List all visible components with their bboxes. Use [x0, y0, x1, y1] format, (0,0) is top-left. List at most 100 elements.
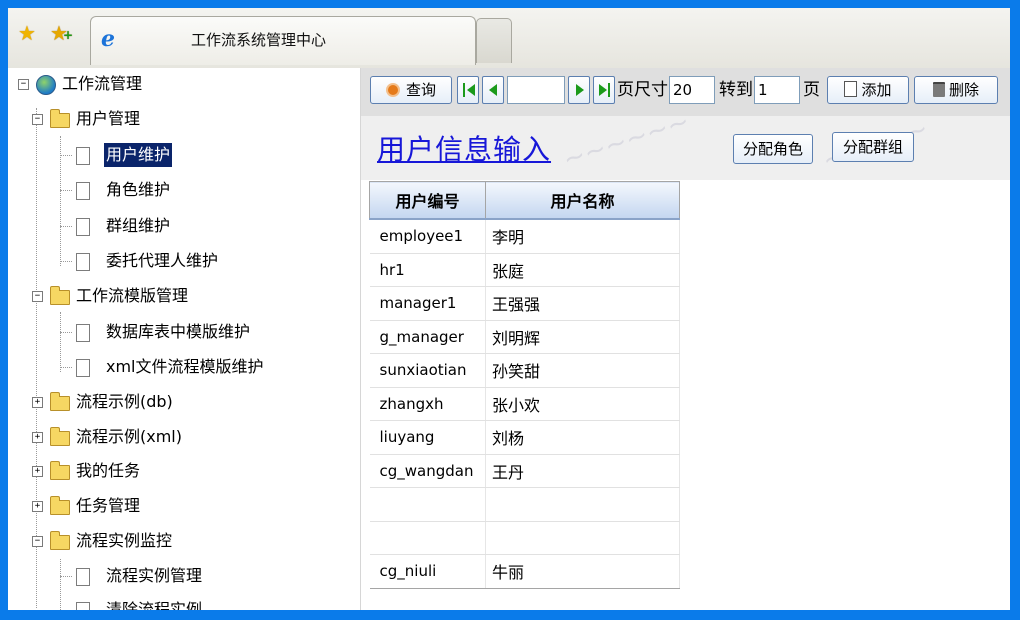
nav-tree: − 工作流管理 − 用户管理 用户维护 角色维护 群组维护 委托代理人维护 − … — [8, 68, 361, 610]
tree-item-example-db[interactable]: + 流程示例(db) — [32, 390, 332, 414]
table-row[interactable] — [369, 487, 680, 522]
table-row[interactable]: cg_wangdan 王丹 — [369, 454, 680, 488]
first-page-icon — [463, 83, 465, 97]
folder-open-icon — [50, 286, 70, 305]
delete-button[interactable]: 删除 — [914, 76, 998, 104]
last-page-icon — [608, 83, 610, 97]
table-row[interactable] — [369, 521, 680, 555]
table-row[interactable]: liuyang 刘杨 — [369, 420, 680, 455]
tree-label: 用户管理 — [76, 109, 141, 128]
expand-icon[interactable]: + — [32, 432, 43, 443]
tree-item-group-maint[interactable]: 群组维护 — [60, 214, 320, 238]
ie-icon: e — [101, 26, 115, 52]
page-size-label: 页尺寸 — [617, 80, 668, 100]
last-page-icon — [599, 84, 607, 96]
tree-item-template-mgmt[interactable]: − 工作流模版管理 — [32, 284, 332, 308]
next-page-button[interactable] — [568, 76, 590, 104]
first-page-icon — [467, 84, 475, 96]
file-icon — [76, 568, 90, 586]
tab-title: 工作流系统管理中心 — [191, 31, 327, 49]
user-id-cell: g_manager — [369, 320, 486, 354]
tree-label: 用户维护 — [104, 143, 173, 167]
assign-group-button[interactable]: 分配群组 — [832, 132, 914, 162]
table-row[interactable]: cg_niuli 牛丽 — [369, 554, 680, 589]
column-header-user-name[interactable]: 用户名称 — [485, 181, 680, 220]
tree-item-user-maint[interactable]: 用户维护 — [60, 143, 320, 167]
add-button[interactable]: 添加 — [827, 76, 909, 104]
tree-item-delegate-maint[interactable]: 委托代理人维护 — [60, 249, 340, 273]
next-page-icon — [576, 84, 584, 96]
first-page-button[interactable] — [457, 76, 479, 104]
tree-item-task-mgmt[interactable]: + 任务管理 — [32, 494, 332, 518]
browser-tab[interactable]: e 工作流系统管理中心 — [90, 16, 476, 65]
tree-item-my-tasks[interactable]: + 我的任务 — [32, 459, 332, 483]
expand-icon[interactable]: + — [32, 397, 43, 408]
user-id-cell: sunxiaotian — [369, 353, 486, 388]
star-icon[interactable]: ★ — [16, 22, 38, 44]
tree-item-instance-mgmt[interactable]: 流程实例管理 — [60, 564, 340, 588]
tree-label: 数据库表中模版维护 — [106, 322, 251, 341]
query-button[interactable]: 查询 — [370, 76, 452, 104]
tree-root-label: 工作流管理 — [62, 74, 143, 93]
last-page-button[interactable] — [593, 76, 615, 104]
tree-item-instance-monitor[interactable]: − 流程实例监控 — [32, 529, 332, 553]
table-row[interactable]: sunxiaotian 孙笑甜 — [369, 353, 680, 388]
table-row[interactable]: hr1 张庭 — [369, 253, 680, 287]
column-header-user-id[interactable]: 用户编号 — [369, 181, 486, 220]
tree-label: 流程实例管理 — [106, 566, 203, 585]
file-icon — [76, 218, 90, 236]
assign-role-button[interactable]: 分配角色 — [733, 134, 813, 164]
tree-root[interactable]: − 工作流管理 — [14, 72, 314, 96]
user-id-cell: employee1 — [369, 219, 486, 254]
expand-icon[interactable]: + — [32, 466, 43, 477]
user-id-cell: hr1 — [369, 253, 486, 287]
tree-item-xml-template[interactable]: xml文件流程模版维护 — [60, 355, 355, 379]
tree-item-user-mgmt[interactable]: − 用户管理 — [32, 107, 332, 131]
tree-line — [60, 190, 72, 191]
user-name-cell — [485, 521, 680, 555]
tree-label: 角色维护 — [106, 180, 171, 199]
tree-item-instance-clear[interactable]: 清除流程实例 — [60, 598, 340, 610]
prev-page-icon — [489, 84, 497, 96]
user-name-cell: 张庭 — [485, 253, 680, 287]
table-row[interactable]: employee1 李明 — [369, 219, 680, 254]
table-row[interactable]: g_manager 刘明辉 — [369, 320, 680, 354]
query-label: 查询 — [405, 81, 436, 99]
collapse-icon[interactable]: − — [32, 114, 43, 125]
delete-label: 删除 — [948, 81, 979, 99]
user-name-cell: 王强强 — [485, 286, 680, 321]
watermark: ~~~~~~ — [559, 106, 694, 176]
collapse-icon[interactable]: − — [32, 291, 43, 302]
form-title[interactable]: 用户信息输入 — [377, 128, 551, 168]
user-id-cell: zhangxh — [369, 387, 486, 421]
user-id-cell: liuyang — [369, 420, 486, 455]
table-row[interactable]: manager1 王强强 — [369, 286, 680, 321]
page-number-input[interactable] — [507, 76, 565, 104]
search-icon — [385, 83, 400, 97]
page-size-input[interactable] — [669, 76, 715, 104]
tree-item-db-template[interactable]: 数据库表中模版维护 — [60, 320, 350, 344]
tree-line — [60, 155, 72, 156]
collapse-icon[interactable]: − — [32, 536, 43, 547]
user-id-cell: manager1 — [369, 286, 486, 321]
table-row[interactable]: zhangxh 张小欢 — [369, 387, 680, 421]
tree-item-example-xml[interactable]: + 流程示例(xml) — [32, 425, 332, 449]
page-suffix-label: 页 — [803, 80, 820, 100]
user-id-cell — [369, 487, 486, 522]
folder-icon — [50, 461, 70, 480]
tree-label: 群组维护 — [106, 216, 171, 235]
user-id-cell: cg_wangdan — [369, 454, 486, 488]
collapse-icon[interactable]: − — [18, 79, 29, 90]
tree-label: 任务管理 — [76, 496, 141, 515]
goto-page-input[interactable] — [754, 76, 800, 104]
prev-page-button[interactable] — [482, 76, 504, 104]
add-favorite-icon[interactable]: ★ + — [48, 22, 73, 44]
tree-label: 清除流程实例 — [106, 600, 203, 610]
tree-label: xml文件流程模版维护 — [106, 357, 264, 376]
tree-item-role-maint[interactable]: 角色维护 — [60, 178, 320, 202]
tree-label: 流程示例(xml) — [76, 427, 182, 446]
new-tab-button[interactable] — [476, 18, 512, 63]
user-name-cell: 李明 — [485, 219, 680, 254]
table-header-row: 用户编号 用户名称 — [369, 181, 680, 220]
expand-icon[interactable]: + — [32, 501, 43, 512]
